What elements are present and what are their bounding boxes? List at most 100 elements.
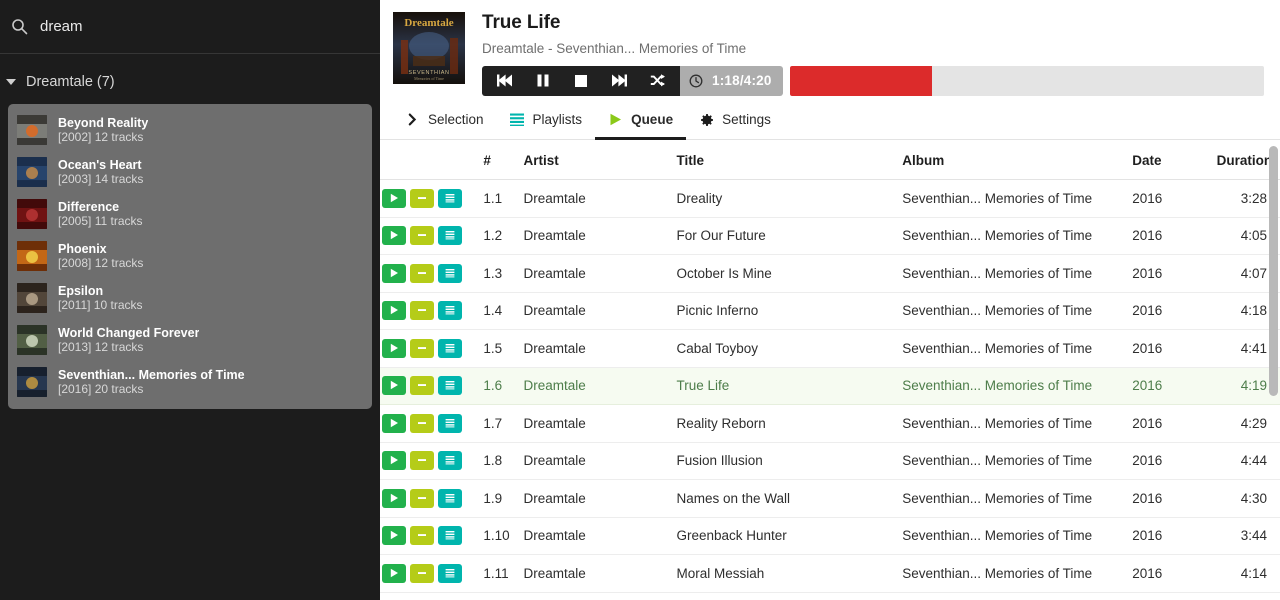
header-number[interactable]: # [483, 140, 523, 180]
seek-bar-fill [790, 66, 932, 96]
track-row[interactable]: 1.10DreamtaleGreenback HunterSeventhian.… [380, 517, 1280, 555]
row-actions [380, 189, 483, 208]
track-row[interactable]: 1.7DreamtaleReality RebornSeventhian... … [380, 405, 1280, 443]
album-title: Phoenix [58, 242, 143, 257]
search-icon [8, 16, 30, 38]
remove-row-button[interactable] [410, 564, 434, 583]
album-list-item[interactable]: Epsilon[2011] 10 tracks [8, 277, 372, 319]
track-row[interactable]: 1.1DreamtaleDrealitySeventhian... Memori… [380, 180, 1280, 218]
queue-row-button[interactable] [438, 226, 462, 245]
album-list-item[interactable]: Difference[2005] 11 tracks [8, 193, 372, 235]
track-row[interactable]: 1.2DreamtaleFor Our FutureSeventhian... … [380, 217, 1280, 255]
track-row[interactable]: 1.5DreamtaleCabal ToyboySeventhian... Me… [380, 330, 1280, 368]
tab-queue[interactable]: Queue [595, 102, 686, 140]
queue-row-button[interactable] [438, 376, 462, 395]
cell-date: 2016 [1132, 405, 1216, 443]
remove-row-button[interactable] [410, 414, 434, 433]
album-subtitle: [2002] 12 tracks [58, 130, 148, 144]
play-row-button[interactable] [382, 451, 406, 470]
queue-row-button[interactable] [438, 264, 462, 283]
scrollbar-thumb[interactable] [1269, 146, 1278, 396]
play-row-button[interactable] [382, 489, 406, 508]
remove-row-button[interactable] [410, 526, 434, 545]
remove-row-button[interactable] [410, 189, 434, 208]
queue-row-button[interactable] [438, 451, 462, 470]
play-row-button[interactable] [382, 226, 406, 245]
cell-title: Names on the Wall [676, 480, 902, 518]
cell-number: 1.10 [483, 517, 523, 555]
queue-row-button[interactable] [438, 189, 462, 208]
row-actions [380, 301, 483, 320]
cell-date: 2016 [1132, 517, 1216, 555]
remove-row-button[interactable] [410, 376, 434, 395]
queue-row-button[interactable] [438, 564, 462, 583]
play-row-button[interactable] [382, 264, 406, 283]
queue-row-button[interactable] [438, 526, 462, 545]
tab-playlists[interactable]: Playlists [497, 102, 596, 140]
tab-selection[interactable]: Selection [392, 102, 497, 140]
row-actions [380, 339, 483, 358]
seek-bar[interactable] [790, 66, 1264, 96]
queue-row-button[interactable] [438, 339, 462, 358]
header-title[interactable]: Title [676, 140, 902, 180]
play-row-button[interactable] [382, 189, 406, 208]
header-album[interactable]: Album [902, 140, 1132, 180]
album-subtitle: [2016] 20 tracks [58, 382, 245, 396]
album-list-item[interactable]: Phoenix[2008] 12 tracks [8, 235, 372, 277]
track-row[interactable]: 1.9DreamtaleNames on the WallSeventhian.… [380, 480, 1280, 518]
remove-row-button[interactable] [410, 489, 434, 508]
track-row[interactable]: 1.4DreamtalePicnic InfernoSeventhian... … [380, 292, 1280, 330]
play-row-button[interactable] [382, 526, 406, 545]
sidebar: Dreamtale (7) Beyond Reality[2002] 12 tr… [0, 0, 380, 600]
play-icon [389, 266, 399, 281]
queue-row-button[interactable] [438, 301, 462, 320]
remove-row-button[interactable] [410, 226, 434, 245]
list-icon [510, 113, 525, 126]
remove-row-button[interactable] [410, 339, 434, 358]
previous-button[interactable] [486, 66, 524, 96]
track-row[interactable]: 1.11DreamtaleMoral MessiahSeventhian... … [380, 555, 1280, 593]
next-button[interactable] [600, 66, 638, 96]
tab-label: Selection [428, 112, 484, 127]
artist-group-header[interactable]: Dreamtale (7) [0, 66, 380, 98]
cell-number: 1.1 [483, 180, 523, 218]
track-row[interactable]: 1.6DreamtaleTrue LifeSeventhian... Memor… [380, 367, 1280, 405]
album-list-item[interactable]: Beyond Reality[2002] 12 tracks [8, 109, 372, 151]
list-icon [445, 266, 455, 281]
remove-row-button[interactable] [410, 301, 434, 320]
queue-row-button[interactable] [438, 414, 462, 433]
queue-table: # Artist Title Album Date Duration 1.1Dr… [380, 140, 1280, 593]
pause-button[interactable] [524, 66, 562, 96]
play-row-button[interactable] [382, 301, 406, 320]
list-icon [445, 453, 455, 468]
cell-title: October Is Mine [676, 255, 902, 293]
remove-row-button[interactable] [410, 264, 434, 283]
remove-row-button[interactable] [410, 451, 434, 470]
cell-artist: Dreamtale [523, 217, 676, 255]
header-artist[interactable]: Artist [523, 140, 676, 180]
track-row[interactable]: 1.3DreamtaleOctober Is MineSeventhian...… [380, 255, 1280, 293]
minus-icon [417, 453, 427, 468]
cell-artist: Dreamtale [523, 255, 676, 293]
tab-settings[interactable]: Settings [686, 102, 784, 140]
album-list-item[interactable]: Seventhian... Memories of Time[2016] 20 … [8, 361, 372, 403]
vertical-scrollbar[interactable] [1269, 142, 1278, 598]
play-row-button[interactable] [382, 376, 406, 395]
stop-button[interactable] [562, 66, 600, 96]
album-list-item[interactable]: World Changed Forever[2013] 12 tracks [8, 319, 372, 361]
minus-icon [417, 528, 427, 543]
skip-backward-icon [497, 74, 513, 87]
album-title: Epsilon [58, 284, 143, 299]
play-row-button[interactable] [382, 414, 406, 433]
track-row[interactable]: 1.8DreamtaleFusion IllusionSeventhian...… [380, 442, 1280, 480]
header-date[interactable]: Date [1132, 140, 1216, 180]
album-thumbnail [17, 241, 47, 271]
queue-row-button[interactable] [438, 489, 462, 508]
play-row-button[interactable] [382, 564, 406, 583]
search-input[interactable] [40, 16, 366, 37]
album-list-item[interactable]: Ocean's Heart[2003] 14 tracks [8, 151, 372, 193]
shuffle-button[interactable] [638, 66, 676, 96]
row-actions [380, 264, 483, 283]
cell-album: Seventhian... Memories of Time [902, 517, 1132, 555]
play-row-button[interactable] [382, 339, 406, 358]
